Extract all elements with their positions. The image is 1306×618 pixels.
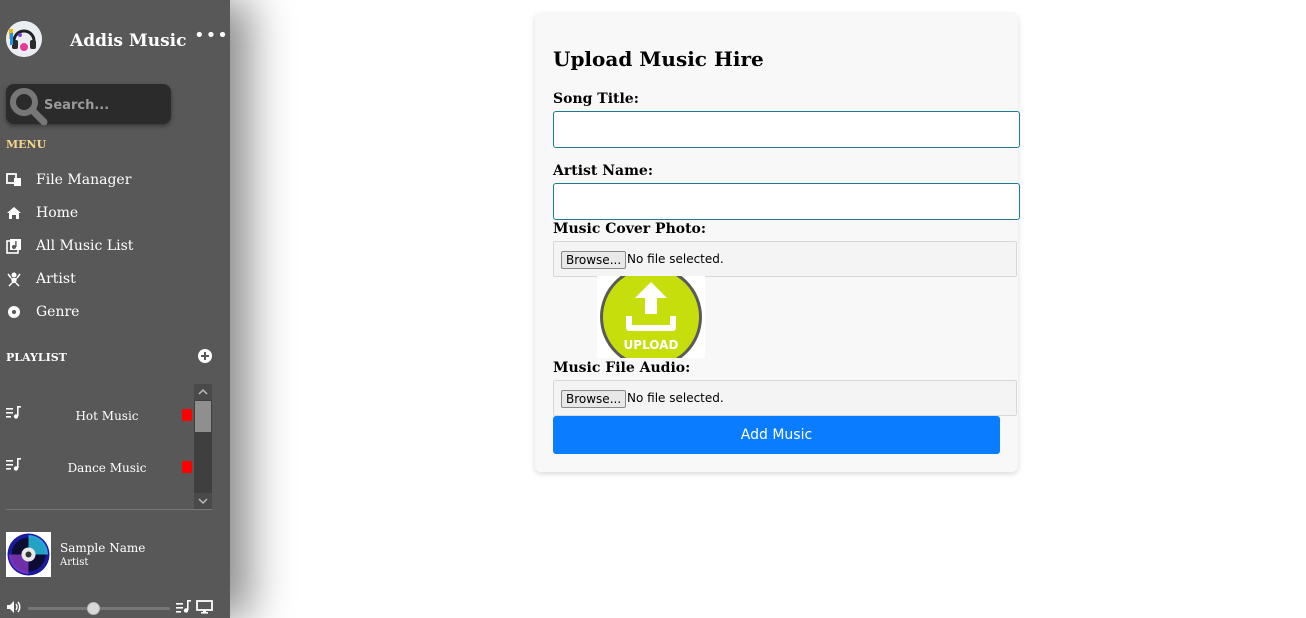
volume-icon[interactable] — [6, 600, 22, 614]
playlist-heading: PLAYLIST — [6, 351, 67, 364]
home-icon — [6, 205, 22, 221]
song-title-input[interactable] — [553, 111, 1020, 148]
playlist-scrollbar[interactable] — [194, 384, 212, 509]
cover-photo-label: Music Cover Photo: — [553, 221, 707, 237]
menu-item-file-manager[interactable]: File Manager — [6, 169, 206, 191]
scroll-down-button[interactable] — [194, 493, 212, 509]
upload-form-card: Upload Music Hire Song Title: Artist Nam… — [535, 13, 1020, 472]
audio-file-status: No file selected. — [627, 391, 724, 405]
delete-playlist-button[interactable] — [182, 461, 192, 473]
volume-slider-thumb[interactable] — [86, 602, 100, 615]
form-title: Upload Music Hire — [553, 47, 764, 71]
search-icon[interactable] — [8, 86, 48, 126]
file-manager-icon — [6, 172, 22, 188]
menu-item-home[interactable]: Home — [6, 202, 206, 224]
display-screen-icon[interactable] — [196, 600, 213, 614]
menu-item-artist[interactable]: Artist — [6, 268, 206, 290]
playlist-list: Hot Music Dance Music — [0, 384, 212, 509]
app-logo[interactable] — [6, 21, 42, 57]
artist-name-input[interactable] — [553, 183, 1020, 220]
playlist-icon — [6, 458, 21, 471]
now-playing-title: Sample Name — [60, 541, 146, 555]
genre-disc-icon — [6, 304, 22, 320]
sidebar: Addis Music ••• MENU File Manager Home A… — [0, 0, 230, 618]
audio-file-input[interactable]: Browse... No file selected. — [553, 380, 1017, 416]
playlist-item-label: Dance Music — [67, 461, 147, 475]
playlist-item-label: Hot Music — [75, 409, 139, 423]
playlist-item-hot-music[interactable]: Hot Music — [6, 403, 196, 427]
playlist-icon — [6, 406, 21, 419]
audio-file-label: Music File Audio: — [553, 360, 691, 376]
upload-icon[interactable]: UPLOAD — [597, 276, 705, 358]
menu-item-label: All Music List — [36, 238, 134, 254]
menu-item-all-music-list[interactable]: All Music List — [6, 235, 206, 257]
search-box — [6, 84, 171, 126]
add-music-button[interactable]: Add Music — [553, 416, 1000, 454]
upload-image-text: UPLOAD — [624, 338, 679, 352]
cover-file-status: No file selected. — [627, 252, 724, 266]
audio-browse-button[interactable]: Browse... — [561, 390, 627, 408]
artist-icon — [6, 271, 22, 287]
artist-name-label: Artist Name: — [553, 163, 654, 179]
menu-heading: MENU — [6, 138, 47, 151]
now-playing-artist: Artist — [60, 557, 89, 568]
search-input[interactable] — [44, 94, 166, 116]
queue-icon[interactable] — [176, 600, 192, 614]
menu-item-genre[interactable]: Genre — [6, 301, 206, 323]
cover-browse-button[interactable]: Browse... — [561, 251, 627, 269]
app-name: Addis Music — [70, 31, 187, 51]
delete-playlist-button[interactable] — [182, 409, 192, 421]
brand: Addis Music ••• — [6, 21, 228, 57]
playlist-item-dance-music[interactable]: Dance Music — [6, 455, 196, 479]
menu-item-label: Home — [36, 205, 79, 221]
music-list-icon — [6, 238, 22, 254]
cd-disc-icon — [6, 532, 51, 577]
menu-item-label: File Manager — [36, 172, 132, 188]
add-circle-icon[interactable] — [198, 349, 212, 363]
divider — [6, 509, 212, 510]
scrollbar-thumb[interactable] — [195, 401, 211, 432]
menu-item-label: Genre — [36, 304, 80, 320]
more-dots-icon[interactable]: ••• — [194, 27, 229, 45]
cover-photo-file-input[interactable]: Browse... No file selected. — [553, 241, 1017, 277]
menu-item-label: Artist — [36, 271, 76, 287]
song-title-label: Song Title: — [553, 91, 639, 107]
scroll-up-button[interactable] — [194, 384, 212, 400]
